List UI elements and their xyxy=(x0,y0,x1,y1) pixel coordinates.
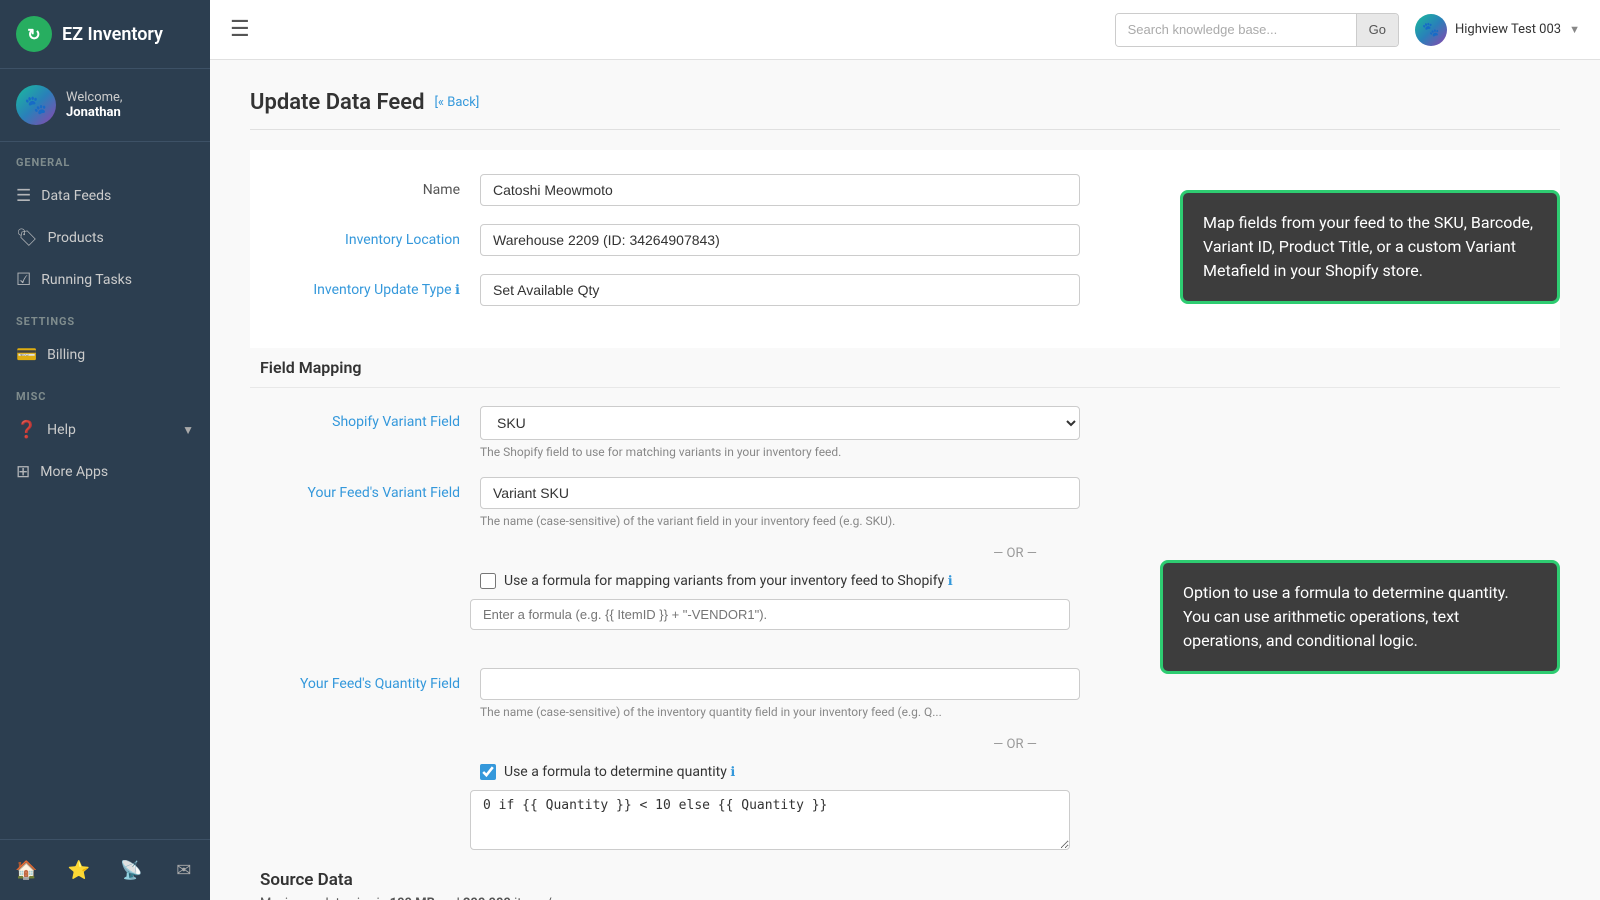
source-data-section: Source Data Maximum data size is 100 MB … xyxy=(250,870,1560,900)
feed-variant-field-label: Your Feed's Variant Field xyxy=(260,477,480,501)
name-label: Name xyxy=(260,174,480,198)
sidebar-bottom-icons: 🏠 ⭐ 📡 ✉ xyxy=(0,839,210,900)
inventory-location-control-wrap xyxy=(480,224,1080,256)
feed-icon[interactable]: 📡 xyxy=(113,852,149,888)
shopify-variant-field-row: Shopify Variant Field SKU Barcode Varian… xyxy=(250,406,1560,459)
search-button[interactable]: Go xyxy=(1356,14,1398,46)
avatar: 🐾 xyxy=(16,85,56,125)
sidebar-item-label: Running Tasks xyxy=(41,272,132,288)
user-section: 🐾 Welcome, Jonathan xyxy=(0,69,210,142)
inventory-update-type-label: Inventory Update Type ℹ xyxy=(260,274,480,298)
feed-quantity-field-control-wrap: The name (case-sensitive) of the invento… xyxy=(480,668,1080,719)
sidebar-item-label: Help xyxy=(47,422,76,438)
chevron-down-icon: ▼ xyxy=(182,423,194,437)
info-icon-update-type: ℹ xyxy=(455,283,460,298)
content-area: Update Data Feed [« Back] Name Inventory… xyxy=(210,60,1600,900)
user-info: Welcome, Jonathan xyxy=(66,90,122,120)
shopify-variant-field-label: Shopify Variant Field xyxy=(260,406,480,430)
sidebar-item-label: Billing xyxy=(47,347,85,363)
topbar: ☰ Go 🐾 Highview Test 003 ▼ xyxy=(210,0,1600,60)
feed-quantity-field-hint: The name (case-sensitive) of the invento… xyxy=(480,705,1080,719)
billing-icon: 💳 xyxy=(16,345,37,365)
logo-icon: ↻ xyxy=(16,16,52,52)
sidebar-item-help[interactable]: ❓ Help ▼ xyxy=(0,409,210,451)
help-icon: ❓ xyxy=(16,420,37,440)
formula-checkbox[interactable] xyxy=(480,573,496,589)
formula-checkbox-label[interactable]: Use a formula for mapping variants from … xyxy=(504,573,953,589)
feed-quantity-field-input[interactable] xyxy=(480,668,1080,700)
or-divider-2: — OR — xyxy=(250,737,1560,752)
section-label-misc: MISC xyxy=(0,376,210,409)
user-badge-avatar: 🐾 xyxy=(1415,14,1447,46)
quantity-formula-checkbox[interactable] xyxy=(480,764,496,780)
info-icon-formula: ℹ xyxy=(948,574,953,589)
user-badge[interactable]: 🐾 Highview Test 003 ▼ xyxy=(1415,14,1580,46)
sidebar-item-label: More Apps xyxy=(40,464,108,480)
hamburger-icon[interactable]: ☰ xyxy=(230,17,250,42)
source-data-hint: Maximum data size is 100 MB and 200,000 … xyxy=(260,896,1550,900)
page-title: Update Data Feed xyxy=(250,90,424,115)
sidebar-logo[interactable]: ↻ EZ Inventory xyxy=(0,0,210,69)
inventory-location-label: Inventory Location xyxy=(260,224,480,248)
section-label-general: GENERAL xyxy=(0,142,210,175)
name-input[interactable] xyxy=(480,174,1080,206)
quantity-formula-checkbox-row: Use a formula to determine quantity ℹ xyxy=(250,764,1560,780)
main-area: ☰ Go 🐾 Highview Test 003 ▼ Update Data F… xyxy=(210,0,1600,900)
section-label-settings: SETTINGS xyxy=(0,301,210,334)
name-control-wrap xyxy=(480,174,1080,206)
more-apps-icon: ⊞ xyxy=(16,462,30,482)
feed-variant-field-hint: The name (case-sensitive) of the variant… xyxy=(480,514,1080,528)
quantity-formula-checkbox-label[interactable]: Use a formula to determine quantity ℹ xyxy=(504,764,735,780)
shopify-variant-field-select[interactable]: SKU Barcode Variant ID Product Title Cus… xyxy=(480,406,1080,440)
sidebar-item-running-tasks[interactable]: ☑ Running Tasks xyxy=(0,259,210,301)
page-header: Update Data Feed [« Back] xyxy=(250,90,1560,130)
tasks-icon: ☑ xyxy=(16,270,31,290)
inventory-update-type-control-wrap xyxy=(480,274,1080,306)
grid-icon: ☰ xyxy=(16,186,31,206)
feed-variant-field-row: Your Feed's Variant Field The name (case… xyxy=(250,477,1560,528)
sidebar-item-label: Data Feeds xyxy=(41,188,111,204)
tooltip-quantity-formula: Option to use a formula to determine qua… xyxy=(1160,560,1560,674)
sidebar-item-more-apps[interactable]: ⊞ More Apps xyxy=(0,451,210,493)
tag-icon: 🏷 xyxy=(16,228,38,248)
or-divider-1: — OR — xyxy=(250,546,1560,561)
search-bar: Go xyxy=(1115,13,1399,47)
info-icon-quantity-formula: ℹ xyxy=(730,765,735,780)
user-badge-name: Highview Test 003 xyxy=(1455,22,1561,37)
back-link[interactable]: [« Back] xyxy=(434,95,479,110)
inventory-update-type-input[interactable] xyxy=(480,274,1080,306)
feed-quantity-field-label: Your Feed's Quantity Field xyxy=(260,668,480,692)
inventory-location-input[interactable] xyxy=(480,224,1080,256)
field-mapping-section-heading: Field Mapping xyxy=(250,348,1560,388)
quantity-formula-textarea[interactable] xyxy=(470,790,1070,850)
sidebar-item-products[interactable]: 🏷 Products xyxy=(0,217,210,259)
mail-icon[interactable]: ✉ xyxy=(166,852,202,888)
search-input[interactable] xyxy=(1116,14,1356,46)
sidebar: ↻ EZ Inventory 🐾 Welcome, Jonathan GENER… xyxy=(0,0,210,900)
sidebar-item-billing[interactable]: 💳 Billing xyxy=(0,334,210,376)
source-data-title: Source Data xyxy=(260,870,1550,890)
feed-variant-field-control-wrap: The name (case-sensitive) of the variant… xyxy=(480,477,1080,528)
shopify-variant-field-hint: The Shopify field to use for matching va… xyxy=(480,445,1080,459)
star-icon[interactable]: ⭐ xyxy=(61,852,97,888)
home-icon[interactable]: 🏠 xyxy=(8,852,44,888)
tooltip-field-mapping: Map fields from your feed to the SKU, Ba… xyxy=(1180,190,1560,304)
feed-variant-field-input[interactable] xyxy=(480,477,1080,509)
sidebar-item-data-feeds[interactable]: ☰ Data Feeds xyxy=(0,175,210,217)
sidebar-item-label: Products xyxy=(48,230,104,246)
shopify-variant-field-control-wrap: SKU Barcode Variant ID Product Title Cus… xyxy=(480,406,1080,459)
sidebar-logo-text: EZ Inventory xyxy=(62,24,163,45)
feed-quantity-field-row: Your Feed's Quantity Field The name (cas… xyxy=(250,668,1560,719)
formula-input[interactable] xyxy=(470,599,1070,630)
user-badge-chevron: ▼ xyxy=(1569,23,1580,36)
